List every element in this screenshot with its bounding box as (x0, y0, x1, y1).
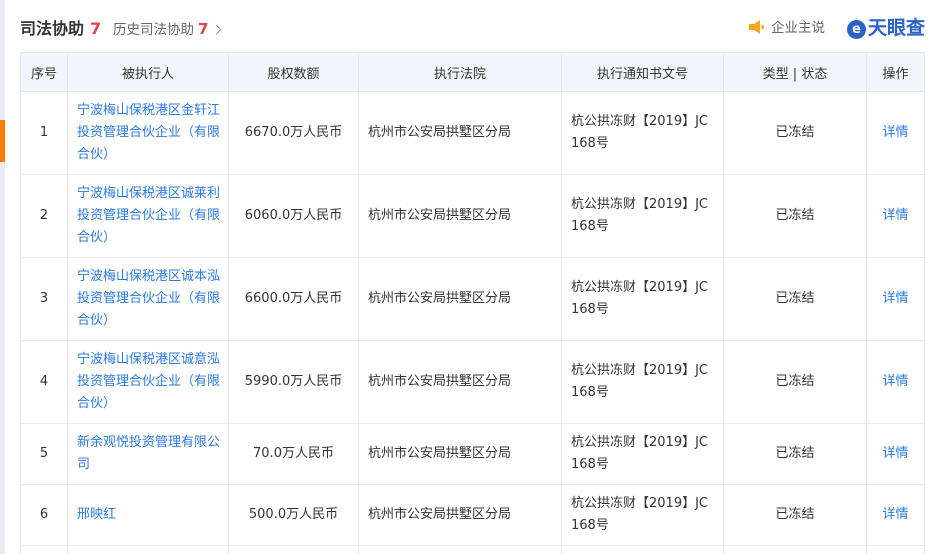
detail-link[interactable]: 详情 (882, 125, 908, 140)
table-row-partial (20, 545, 925, 554)
table-row: 3 宁波梅山保税港区诚本泓投资管理合伙企业（有限合伙） 6600.0万人民币 杭… (20, 257, 925, 341)
section-count: 7 (90, 19, 102, 38)
column-header-type-status: 类型 | 状态 (723, 52, 867, 92)
equity-amount: 6670.0万人民币 (228, 91, 359, 175)
table-row: 5 新余观悦投资管理有限公司 70.0万人民币 杭州市公安局拱墅区分局 杭公拱冻… (20, 423, 925, 485)
table-header-row: 序号 被执行人 股权数额 执行法院 执行通知书文号 类型 | 状态 操作 (20, 52, 925, 92)
notice-number: 杭公拱冻财【2019】JC 168号 (561, 257, 724, 341)
history-label: 历史司法协助 (113, 22, 194, 38)
notice-number: 杭公拱冻财【2019】JC 168号 (561, 340, 724, 424)
status-text: 已冻结 (723, 340, 867, 424)
row-index: 5 (20, 423, 68, 485)
table-row: 4 宁波梅山保税港区诚意泓投资管理合伙企业（有限合伙） 5990.0万人民币 杭… (20, 340, 925, 424)
executee-link[interactable]: 宁波梅山保税港区诚意泓投资管理合伙企业（有限合伙） (77, 352, 220, 411)
status-text: 已冻结 (723, 484, 867, 546)
row-index: 4 (20, 340, 68, 424)
section-title-text: 司法协助 (20, 19, 85, 38)
court-name: 杭州市公安局拱墅区分局 (358, 257, 562, 341)
executee-link[interactable]: 宁波梅山保税港区金轩江投资管理合伙企业（有限合伙） (77, 103, 220, 162)
brand-name: 天眼查 (868, 17, 926, 39)
detail-link[interactable]: 详情 (882, 291, 908, 306)
column-header-executee: 被执行人 (67, 52, 229, 92)
judicial-assist-table: 序号 被执行人 股权数额 执行法院 执行通知书文号 类型 | 状态 操作 1 宁… (20, 52, 925, 554)
table-row: 6 邢映红 500.0万人民币 杭州市公安局拱墅区分局 杭公拱冻财【2019】J… (20, 484, 925, 546)
detail-link[interactable]: 详情 (882, 507, 908, 522)
company-statement-label: 企业主说 (771, 20, 825, 36)
executee-link[interactable]: 新余观悦投资管理有限公司 (77, 435, 220, 472)
equity-amount: 5990.0万人民币 (228, 340, 359, 424)
section-title: 司法协助 7 (20, 15, 101, 39)
equity-amount: 6600.0万人民币 (228, 257, 359, 341)
court-name: 杭州市公安局拱墅区分局 (358, 484, 562, 546)
equity-amount: 6060.0万人民币 (228, 174, 359, 258)
equity-amount: 70.0万人民币 (228, 423, 359, 485)
history-judicial-assist-link[interactable]: 历史司法协助 7 (113, 18, 222, 38)
executee-link[interactable]: 邢映红 (77, 507, 116, 522)
detail-link[interactable]: 详情 (882, 208, 908, 223)
status-text: 已冻结 (723, 423, 867, 485)
column-header-index: 序号 (20, 52, 68, 92)
court-name: 杭州市公安局拱墅区分局 (358, 91, 562, 175)
megaphone-icon (749, 20, 764, 34)
row-index: 1 (20, 91, 68, 175)
column-header-equity-amount: 股权数额 (228, 52, 359, 92)
tianyancha-logo: e 天眼查 (847, 13, 925, 40)
status-text: 已冻结 (723, 91, 867, 175)
notice-number: 杭公拱冻财【2019】JC 168号 (561, 174, 724, 258)
status-text: 已冻结 (723, 174, 867, 258)
row-index: 2 (20, 174, 68, 258)
notice-number: 杭公拱冻财【2019】JC 168号 (561, 91, 724, 175)
column-header-court: 执行法院 (358, 52, 562, 92)
detail-link[interactable]: 详情 (882, 374, 908, 389)
executee-link[interactable]: 宁波梅山保税港区诚莱利投资管理合伙企业（有限合伙） (77, 186, 220, 245)
column-header-notice-number: 执行通知书文号 (561, 52, 724, 92)
left-side-strip (0, 0, 5, 554)
row-index: 3 (20, 257, 68, 341)
executee-link[interactable]: 宁波梅山保税港区诚本泓投资管理合伙企业（有限合伙） (77, 269, 220, 328)
court-name: 杭州市公安局拱墅区分局 (358, 423, 562, 485)
notice-number: 杭公拱冻财【2019】JC 168号 (561, 484, 724, 546)
table-row: 2 宁波梅山保税港区诚莱利投资管理合伙企业（有限合伙） 6060.0万人民币 杭… (20, 174, 925, 258)
section-header: 司法协助 7 历史司法协助 7 企业主说 e 天眼查 (20, 0, 930, 52)
company-statement-link[interactable]: 企业主说 (747, 16, 825, 36)
court-name: 杭州市公安局拱墅区分局 (358, 174, 562, 258)
chevron-right-icon (211, 24, 222, 35)
brand-logo-icon: e (847, 20, 866, 39)
column-header-action: 操作 (866, 52, 925, 92)
court-name: 杭州市公安局拱墅区分局 (358, 340, 562, 424)
history-count: 7 (198, 20, 209, 38)
table-row: 1 宁波梅山保税港区金轩江投资管理合伙企业（有限合伙） 6670.0万人民币 杭… (20, 91, 925, 175)
equity-amount: 500.0万人民币 (228, 484, 359, 546)
row-index: 6 (20, 484, 68, 546)
notice-number: 杭公拱冻财【2019】JC 168号 (561, 423, 724, 485)
status-text: 已冻结 (723, 257, 867, 341)
detail-link[interactable]: 详情 (882, 446, 908, 461)
active-section-marker (0, 120, 5, 162)
